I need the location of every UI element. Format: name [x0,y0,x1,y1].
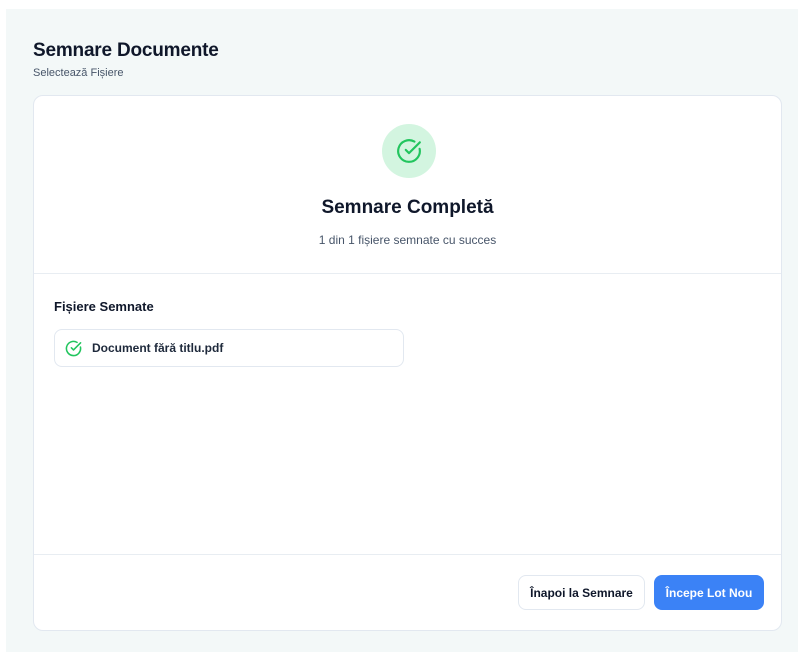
page-header: Semnare Documente Selectează Fișiere [33,40,219,80]
back-to-signing-button[interactable]: Înapoi la Semnare [518,575,645,610]
page-subtitle: Selectează Fișiere [33,67,124,79]
signed-files-heading: Fișiere Semnate [54,299,154,314]
signed-file-name: Document fără titlu.pdf [92,341,224,355]
check-circle-icon [65,340,82,357]
card-footer: Înapoi la Semnare Începe Lot Nou [34,554,781,630]
completion-count-text: 1 din 1 fișiere semnate cu succes [318,233,497,247]
signed-files-section: Fișiere Semnate Document fără titlu.pdf [54,299,761,367]
signed-file-item[interactable]: Document fără titlu.pdf [54,329,404,367]
completion-title: Semnare Completă [321,197,494,218]
signing-result-card: Semnare Completă 1 din 1 fișiere semnate… [33,95,782,631]
start-new-batch-button[interactable]: Începe Lot Nou [654,575,764,610]
page-title: Semnare Documente [33,40,219,61]
success-badge [382,124,436,178]
completion-summary: Semnare Completă 1 din 1 fișiere semnate… [34,96,781,274]
app-container: Semnare Documente Selectează Fișiere Sem… [6,9,798,652]
check-circle-icon [397,139,421,163]
